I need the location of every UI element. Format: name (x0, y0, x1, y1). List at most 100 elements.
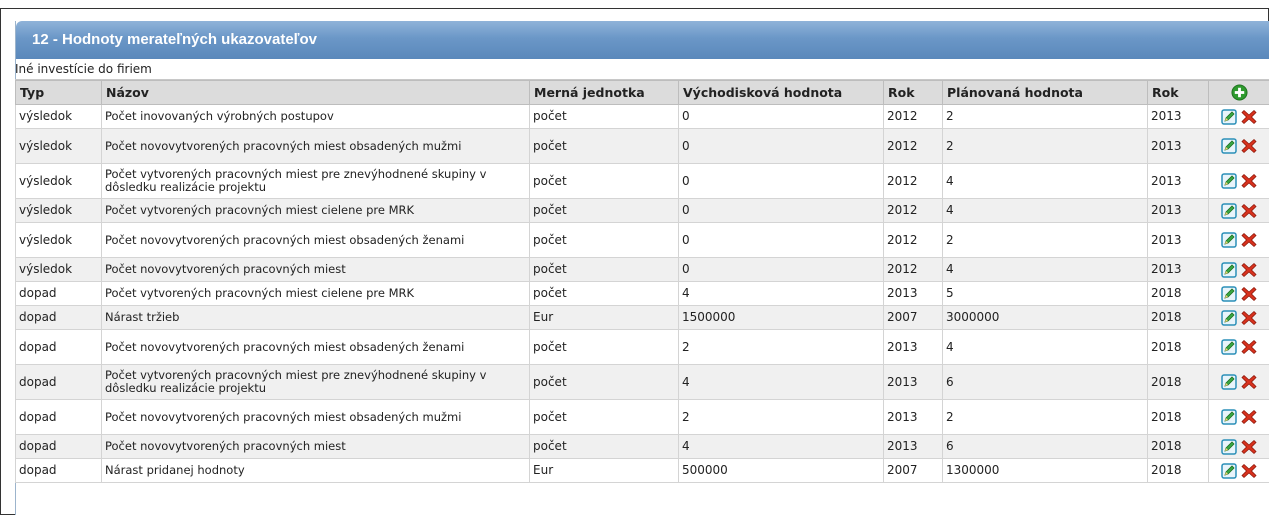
cell-actions (1208, 198, 1269, 223)
cell-planovana: 1300000 (942, 458, 1148, 483)
cell-typ: výsledok (15, 104, 102, 129)
cell-vychodiskova: 0 (678, 257, 884, 282)
cell-vychodiskova: 4 (678, 434, 884, 459)
cell-jednotka: počet (529, 434, 679, 459)
cell-actions (1208, 399, 1269, 435)
col-header-planovana[interactable]: Plánovaná hodnota (942, 80, 1148, 105)
cell-planovana: 2 (942, 128, 1148, 164)
edit-icon[interactable] (1221, 173, 1237, 189)
col-header-rok-start[interactable]: Rok (883, 80, 943, 105)
cell-jednotka: počet (529, 163, 679, 199)
cell-jednotka: počet (529, 399, 679, 435)
cell-rok-start: 2012 (883, 222, 943, 258)
cell-vychodiskova: 0 (678, 128, 884, 164)
cell-rok-plan: 2013 (1147, 198, 1209, 223)
delete-icon[interactable] (1241, 374, 1257, 390)
cell-jednotka: počet (529, 281, 679, 306)
cell-actions (1208, 257, 1269, 282)
delete-icon[interactable] (1241, 439, 1257, 455)
cell-typ: dopad (15, 305, 102, 330)
delete-icon[interactable] (1241, 203, 1257, 219)
col-header-rok-plan[interactable]: Rok (1147, 80, 1209, 105)
cell-typ: výsledok (15, 257, 102, 282)
delete-icon[interactable] (1241, 310, 1257, 326)
col-header-vychodiskova[interactable]: Východisková hodnota (678, 80, 884, 105)
cell-vychodiskova: 0 (678, 222, 884, 258)
table-row: dopad Počet vytvorených pracovných miest … (15, 364, 1269, 400)
edit-icon[interactable] (1221, 232, 1237, 248)
cell-typ: dopad (15, 364, 102, 400)
cell-rok-start: 2012 (883, 128, 943, 164)
delete-icon[interactable] (1241, 232, 1257, 248)
cell-jednotka: počet (529, 257, 679, 282)
cell-nazov: Počet novovytvorených pracovných miest (101, 434, 530, 459)
col-header-typ[interactable]: Typ (15, 80, 102, 105)
col-header-nazov[interactable]: Názov (101, 80, 530, 105)
cell-vychodiskova: 2 (678, 329, 884, 365)
cell-typ: dopad (15, 399, 102, 435)
delete-icon[interactable] (1241, 409, 1257, 425)
cell-rok-plan: 2018 (1147, 305, 1209, 330)
edit-icon[interactable] (1221, 261, 1237, 278)
table-row: výsledok Počet novovytvorených pracovných… (15, 128, 1269, 164)
cell-vychodiskova: 4 (678, 364, 884, 400)
delete-icon[interactable] (1241, 109, 1257, 125)
edit-icon[interactable] (1221, 462, 1237, 479)
cell-actions (1208, 434, 1269, 459)
cell-rok-plan: 2013 (1147, 128, 1209, 164)
cell-planovana: 5 (942, 281, 1148, 306)
edit-icon[interactable] (1221, 374, 1237, 390)
cell-actions (1208, 163, 1269, 199)
edit-icon[interactable] (1221, 138, 1237, 154)
delete-icon[interactable] (1241, 286, 1257, 302)
table-header-row: Typ Názov Merná jednotka Východisková ho… (15, 80, 1269, 105)
edit-icon[interactable] (1221, 438, 1237, 455)
cell-jednotka: počet (529, 128, 679, 164)
cell-planovana: 6 (942, 364, 1148, 400)
edit-icon[interactable] (1221, 285, 1237, 302)
col-header-actions (1208, 80, 1269, 105)
add-circle-icon[interactable] (1230, 84, 1248, 101)
cell-jednotka: počet (529, 198, 679, 223)
delete-icon[interactable] (1241, 173, 1257, 189)
delete-icon[interactable] (1241, 339, 1257, 355)
cell-rok-plan: 2018 (1147, 364, 1209, 400)
cell-vychodiskova: 4 (678, 281, 884, 306)
cell-vychodiskova: 0 (678, 104, 884, 129)
cell-typ: dopad (15, 281, 102, 306)
panel-title: 12 - Hodnoty merateľných ukazovateľov (16, 21, 1269, 59)
edit-icon[interactable] (1221, 339, 1237, 355)
edit-icon[interactable] (1221, 108, 1237, 125)
cell-jednotka: počet (529, 329, 679, 365)
cell-nazov: Nárast tržieb (101, 305, 530, 330)
cell-nazov: Počet vytvorených pracovných miest pre z… (101, 163, 530, 199)
edit-icon[interactable] (1221, 409, 1237, 425)
table-row: výsledok Počet inovovaných výrobných post… (15, 104, 1269, 129)
cell-rok-start: 2012 (883, 163, 943, 199)
table-row: výsledok Počet novovytvorených pracovných… (15, 222, 1269, 258)
cell-jednotka: Eur (529, 458, 679, 483)
col-header-jednotka[interactable]: Merná jednotka (529, 80, 679, 105)
cell-jednotka: počet (529, 222, 679, 258)
cell-actions (1208, 222, 1269, 258)
cell-rok-start: 2013 (883, 434, 943, 459)
table-row: dopad Počet novovytvorených pracovných mi… (15, 329, 1269, 365)
cell-rok-start: 2013 (883, 399, 943, 435)
cell-rok-plan: 2018 (1147, 281, 1209, 306)
delete-icon[interactable] (1241, 262, 1257, 278)
panel-body: Iné investície do firiem Typ Názov Merná… (15, 59, 1269, 483)
edit-icon[interactable] (1221, 202, 1237, 219)
cell-vychodiskova: 1500000 (678, 305, 884, 330)
cell-rok-plan: 2013 (1147, 257, 1209, 282)
cell-nazov: Počet inovovaných výrobných postupov (101, 104, 530, 129)
cell-rok-plan: 2013 (1147, 163, 1209, 199)
table-row: výsledok Počet novovytvorených pracovných… (15, 257, 1269, 282)
cell-actions (1208, 281, 1269, 306)
cell-rok-start: 2012 (883, 257, 943, 282)
edit-icon[interactable] (1221, 309, 1237, 326)
cell-planovana: 2 (942, 104, 1148, 129)
table-row: dopad Nárast tržieb Eur 1500000 2007 3000000 2… (15, 305, 1269, 330)
delete-icon[interactable] (1241, 463, 1257, 479)
delete-icon[interactable] (1241, 138, 1257, 154)
panel-subtitle: Iné investície do firiem (15, 59, 1269, 80)
